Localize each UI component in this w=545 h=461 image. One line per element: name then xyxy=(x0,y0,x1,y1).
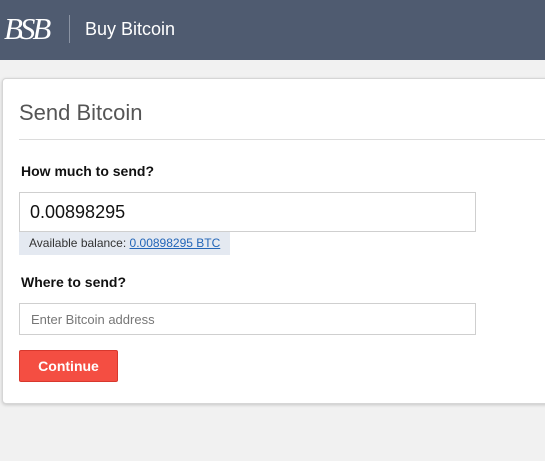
title-divider xyxy=(19,139,545,140)
amount-label: How much to send? xyxy=(21,163,154,179)
available-balance: Available balance: 0.00898295 BTC xyxy=(19,232,230,255)
amount-input[interactable] xyxy=(19,192,476,232)
top-bar: BSB Buy Bitcoin xyxy=(0,0,545,60)
page-title: Send Bitcoin xyxy=(19,100,143,125)
header-divider xyxy=(69,15,70,43)
send-card: Send Bitcoin How much to send? Available… xyxy=(2,78,545,404)
balance-prefix: Available balance: xyxy=(29,236,130,250)
destination-label: Where to send? xyxy=(21,274,127,290)
app-title: Buy Bitcoin xyxy=(85,19,176,39)
bitcoin-address-input[interactable] xyxy=(19,303,476,335)
continue-button[interactable]: Continue xyxy=(19,350,118,382)
logo[interactable]: BSB xyxy=(4,12,51,46)
balance-link[interactable]: 0.00898295 BTC xyxy=(130,236,221,250)
